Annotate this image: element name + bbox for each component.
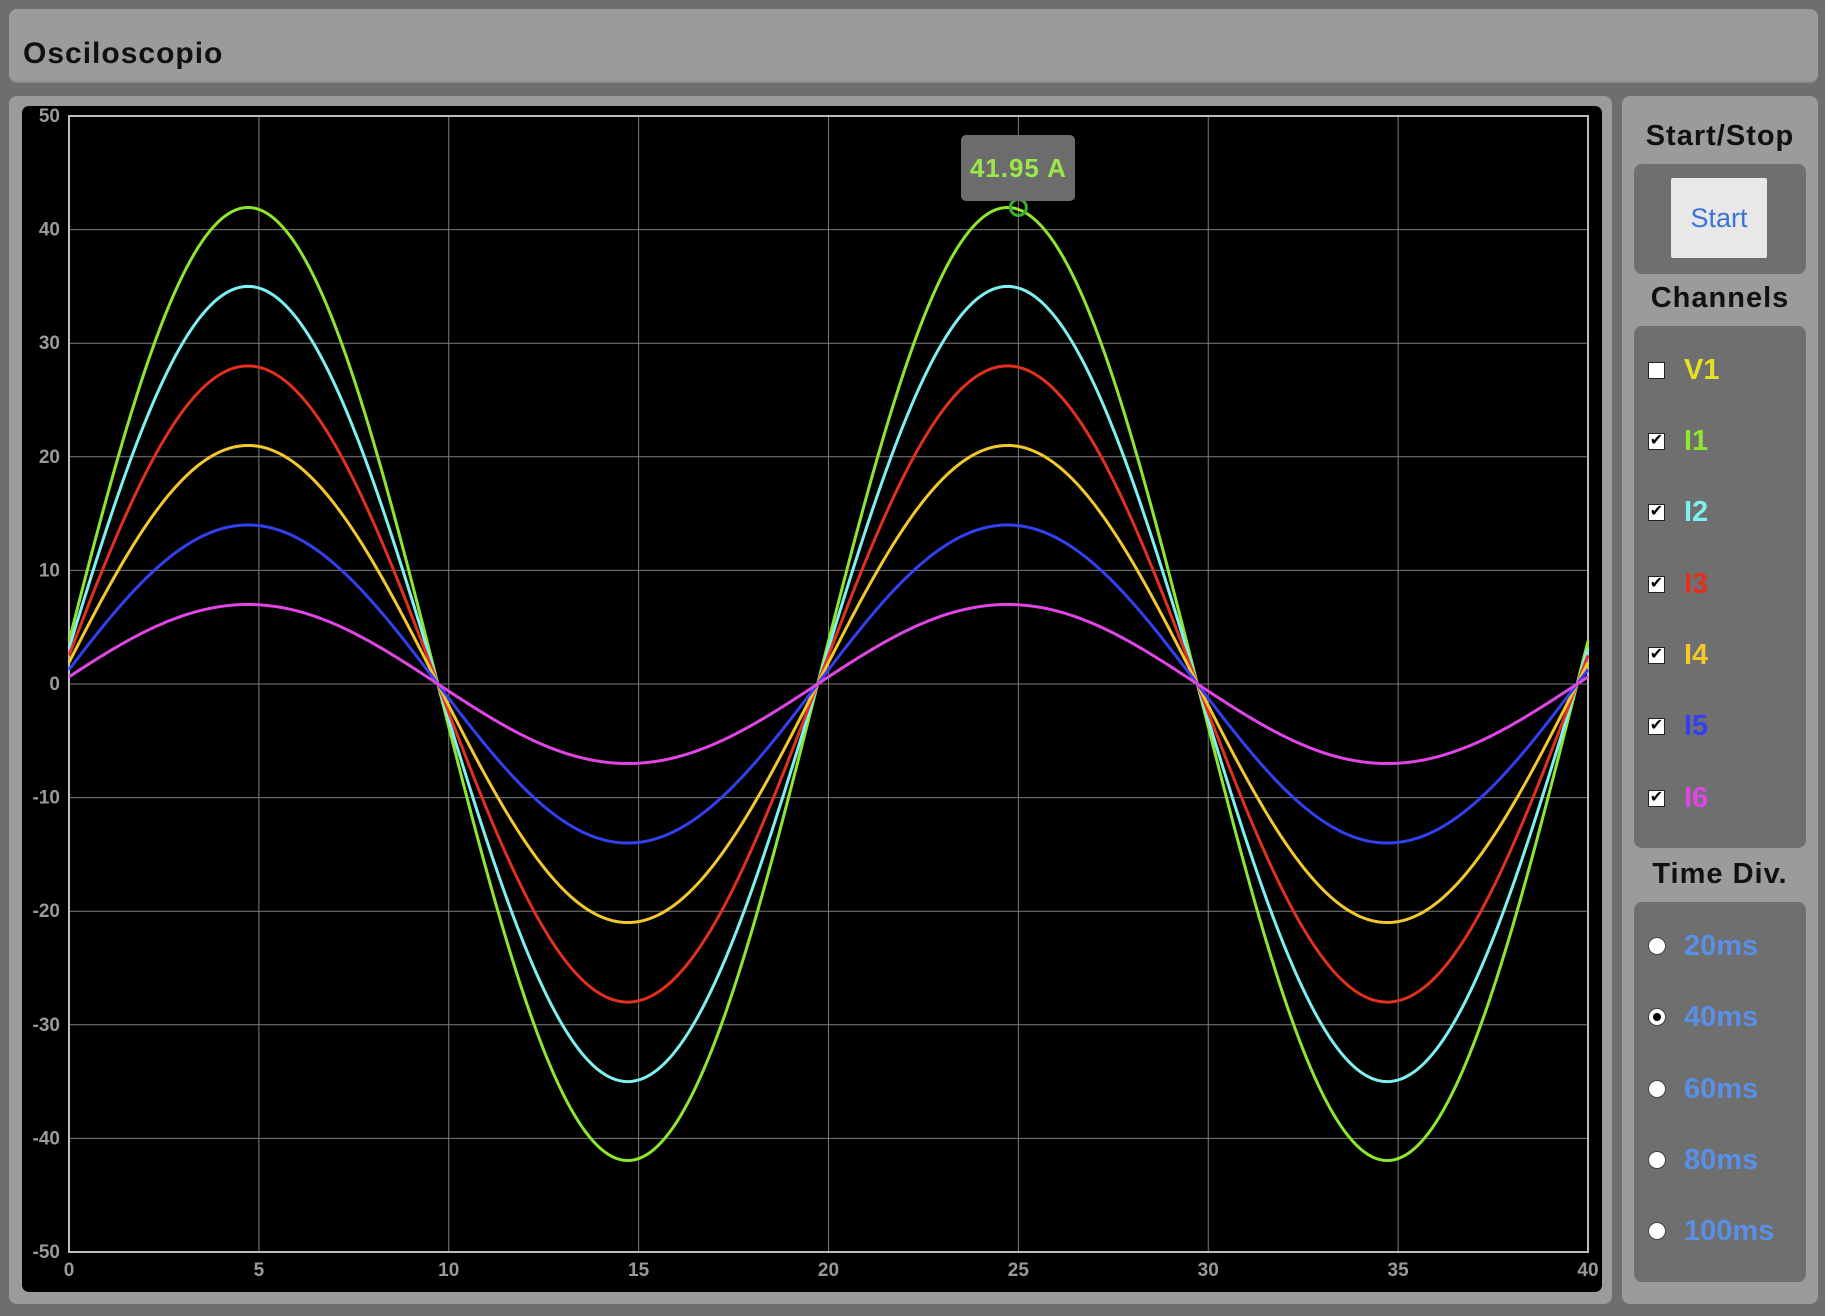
y-tick-label: 0 xyxy=(49,674,60,695)
x-tick-label: 0 xyxy=(64,1260,75,1281)
title-bar: Osciloscopio xyxy=(9,9,1818,83)
y-tick-label: 50 xyxy=(39,106,60,127)
time-div-radio-100ms[interactable] xyxy=(1648,1222,1666,1240)
channel-row-i1[interactable]: ✔ I1 xyxy=(1634,421,1806,461)
start-button[interactable]: Start xyxy=(1671,178,1767,258)
y-tick-label: -50 xyxy=(33,1242,60,1263)
y-tick-label: -30 xyxy=(33,1015,60,1036)
time-div-label-100ms: 100ms xyxy=(1684,1214,1775,1247)
time-div-label-40ms: 40ms xyxy=(1684,1000,1759,1033)
channel-label-i4: I4 xyxy=(1684,638,1709,671)
control-panel: Start/Stop Start Channels V1 ✔ I1 ✔ I2 ✔ I3 ✔ I4… xyxy=(1622,96,1818,1304)
channels-label: Channels xyxy=(1650,282,1790,314)
channel-label-i3: I3 xyxy=(1684,567,1709,600)
channel-label-i1: I1 xyxy=(1684,424,1709,457)
y-tick-label: -40 xyxy=(33,1128,60,1149)
x-tick-label: 40 xyxy=(1577,1260,1598,1281)
channel-label-i5: I5 xyxy=(1684,709,1709,742)
channel-checkbox-i2[interactable]: ✔ xyxy=(1648,503,1665,521)
y-tick-label: -20 xyxy=(33,901,60,922)
oscilloscope-plot[interactable]: 0 5 10 15 20 25 30 35 40 50 40 30 20 10 0 -10 -20 -30 -40 -… xyxy=(22,106,1602,1292)
time-div-box: 20ms 40ms 60ms 80ms 100ms xyxy=(1634,902,1806,1282)
channel-row-i4[interactable]: ✔ I4 xyxy=(1634,635,1806,675)
time-div-label-80ms: 80ms xyxy=(1684,1143,1759,1176)
time-div-radio-40ms[interactable] xyxy=(1648,1008,1666,1026)
time-div-option-100ms[interactable]: 100ms xyxy=(1634,1211,1806,1251)
x-tick-label: 35 xyxy=(1388,1260,1410,1281)
channels-box: V1 ✔ I1 ✔ I2 ✔ I3 ✔ I4 ✔ I5 ✔ I6 xyxy=(1634,326,1806,848)
time-div-option-80ms[interactable]: 80ms xyxy=(1634,1140,1806,1180)
channel-row-v1[interactable]: V1 xyxy=(1634,350,1806,390)
y-tick-label: 10 xyxy=(39,560,60,581)
x-tick-label: 10 xyxy=(438,1260,459,1281)
y-tick-label: 30 xyxy=(39,333,60,354)
time-div-radio-80ms[interactable] xyxy=(1648,1151,1666,1169)
x-tick-label: 5 xyxy=(254,1260,265,1281)
x-tick-label: 30 xyxy=(1198,1260,1219,1281)
channel-row-i3[interactable]: ✔ I3 xyxy=(1634,564,1806,604)
value-tooltip: 41.95 A xyxy=(961,135,1076,202)
time-div-label-20ms: 20ms xyxy=(1684,929,1759,962)
y-tick-label: 40 xyxy=(39,220,60,241)
channel-label-v1: V1 xyxy=(1684,353,1720,386)
channel-checkbox-i5[interactable]: ✔ xyxy=(1648,717,1665,735)
channel-checkbox-i3[interactable]: ✔ xyxy=(1648,575,1665,593)
channel-label-i2: I2 xyxy=(1684,495,1709,528)
x-tick-label: 15 xyxy=(628,1260,650,1281)
plot-panel: 0 5 10 15 20 25 30 35 40 50 40 30 20 10 0 -10 -20 -30 -40 -… xyxy=(9,96,1612,1304)
time-div-option-60ms[interactable]: 60ms xyxy=(1634,1069,1806,1109)
channel-checkbox-v1[interactable] xyxy=(1648,361,1665,379)
time-div-label: Time Div. xyxy=(1652,858,1788,890)
y-tick-label: 20 xyxy=(39,447,60,468)
time-div-label-60ms: 60ms xyxy=(1684,1072,1759,1105)
channel-checkbox-i4[interactable]: ✔ xyxy=(1648,646,1665,664)
y-tick-label: -10 xyxy=(33,788,60,809)
channel-checkbox-i6[interactable]: ✔ xyxy=(1648,789,1665,807)
app-title: Osciloscopio xyxy=(23,37,224,70)
time-div-radio-20ms[interactable] xyxy=(1648,937,1666,955)
start-stop-box: Start xyxy=(1634,164,1806,274)
channel-label-i6: I6 xyxy=(1684,781,1709,814)
time-div-option-20ms[interactable]: 20ms xyxy=(1634,926,1806,966)
channel-row-i6[interactable]: ✔ I6 xyxy=(1634,778,1806,818)
x-tick-label: 25 xyxy=(1008,1260,1030,1281)
plot-svg[interactable]: 0 5 10 15 20 25 30 35 40 50 40 30 20 10 0 -10 -20 -30 -40 -… xyxy=(22,106,1602,1292)
channel-row-i5[interactable]: ✔ I5 xyxy=(1634,706,1806,746)
time-div-option-40ms[interactable]: 40ms xyxy=(1634,997,1806,1037)
channel-row-i2[interactable]: ✔ I2 xyxy=(1634,492,1806,532)
x-tick-label: 20 xyxy=(818,1260,839,1281)
time-div-radio-60ms[interactable] xyxy=(1648,1080,1666,1098)
channel-checkbox-i1[interactable]: ✔ xyxy=(1648,432,1665,450)
start-stop-label: Start/Stop xyxy=(1645,120,1795,152)
